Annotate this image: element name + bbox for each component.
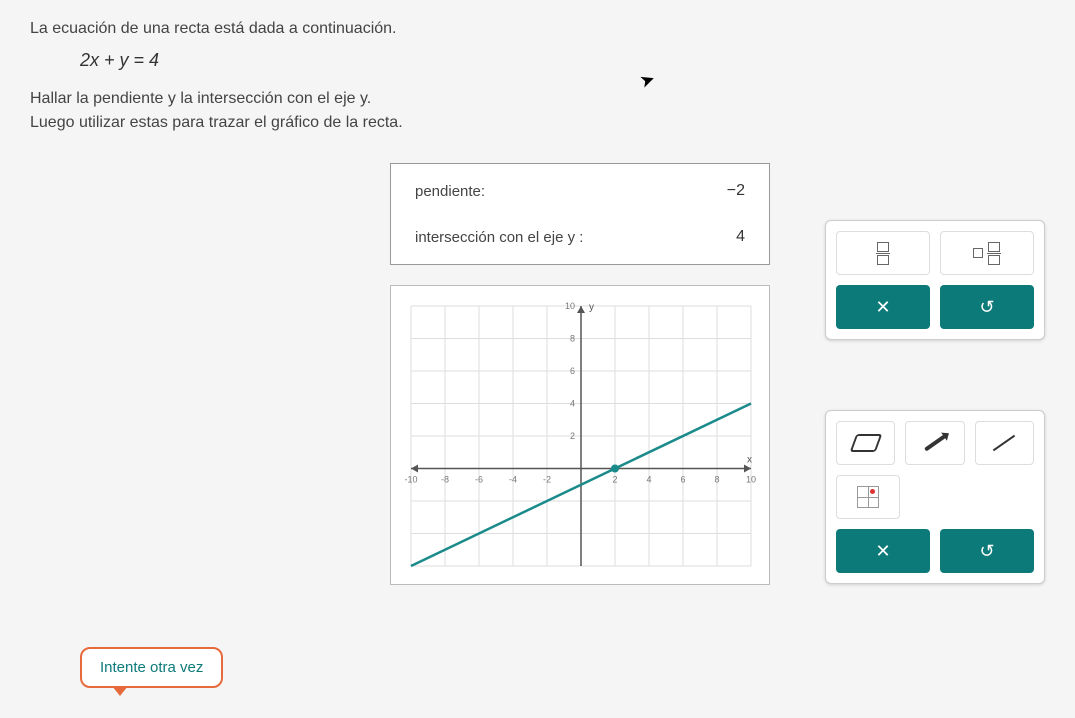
graph-canvas[interactable]: -10 -8 -6 -4 -2 2 4 6 8 10 2 4 6 8 10 y x <box>390 285 770 585</box>
retry-button[interactable]: Intente otra vez <box>80 647 223 688</box>
slope-value[interactable]: −2 <box>727 182 745 200</box>
svg-text:8: 8 <box>570 334 575 344</box>
equation: 2x + y = 4 <box>80 50 1045 71</box>
yintercept-label: intersección con el eje y : <box>415 229 583 246</box>
svg-text:8: 8 <box>714 475 719 485</box>
svg-text:6: 6 <box>570 366 575 376</box>
svg-text:x: x <box>747 455 752 466</box>
yintercept-value[interactable]: 4 <box>736 228 745 246</box>
point-plot-button[interactable] <box>836 475 900 519</box>
grid-point-icon <box>857 486 879 508</box>
svg-text:10: 10 <box>746 475 756 485</box>
svg-text:10: 10 <box>565 301 575 311</box>
undo-button[interactable]: ↺ <box>940 285 1034 329</box>
svg-text:-8: -8 <box>441 475 449 485</box>
close-button[interactable]: ✕ <box>836 285 930 329</box>
draw-tool-panel: ✕ ↺ <box>825 410 1045 584</box>
math-tool-panel: ✕ ↺ <box>825 220 1045 340</box>
svg-text:-10: -10 <box>404 475 417 485</box>
svg-text:4: 4 <box>570 399 575 409</box>
eraser-icon <box>853 434 879 452</box>
answer-box: pendiente: −2 intersección con el eje y … <box>390 163 770 265</box>
problem-intro: La ecuación de una recta está dada a con… <box>30 20 1045 38</box>
line-icon <box>993 435 1015 452</box>
svg-text:4: 4 <box>646 475 651 485</box>
instr-line-2: Luego utilizar estas para trazar el gráf… <box>30 111 1045 135</box>
line-button[interactable] <box>975 421 1034 465</box>
svg-text:-6: -6 <box>475 475 483 485</box>
graph-svg[interactable]: -10 -8 -6 -4 -2 2 4 6 8 10 2 4 6 8 10 y x <box>391 286 771 586</box>
close-icon: ✕ <box>875 541 890 562</box>
mixed-number-button[interactable] <box>940 231 1034 275</box>
close-icon: ✕ <box>875 297 890 318</box>
draw-close-button[interactable]: ✕ <box>836 529 930 573</box>
mixed-number-icon <box>973 242 1001 265</box>
pencil-icon <box>924 434 946 451</box>
fraction-button[interactable] <box>836 231 930 275</box>
svg-text:-4: -4 <box>509 475 517 485</box>
instructions: Hallar la pendiente y la intersección co… <box>30 87 1045 135</box>
slope-label: pendiente: <box>415 183 485 200</box>
undo-icon: ↺ <box>979 541 994 562</box>
fraction-icon <box>876 242 890 265</box>
svg-text:6: 6 <box>680 475 685 485</box>
eraser-button[interactable] <box>836 421 895 465</box>
draw-undo-button[interactable]: ↺ <box>940 529 1034 573</box>
svg-text:y: y <box>589 302 594 313</box>
svg-text:-2: -2 <box>543 475 551 485</box>
instr-line-1: Hallar la pendiente y la intersección co… <box>30 87 1045 111</box>
svg-text:2: 2 <box>612 475 617 485</box>
svg-text:2: 2 <box>570 431 575 441</box>
pencil-button[interactable] <box>905 421 964 465</box>
undo-icon: ↺ <box>979 297 994 318</box>
